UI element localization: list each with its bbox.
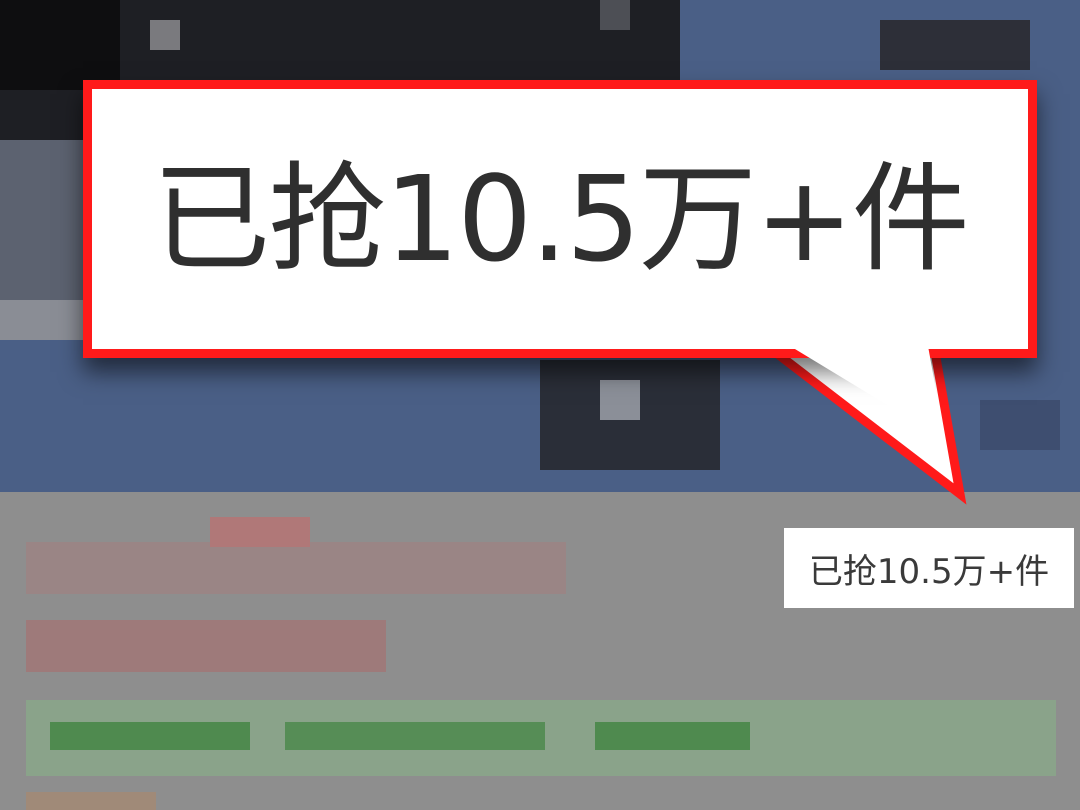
sales-count-text: 已抢10.5万+件 [808,551,1050,592]
sales-count-badge: 已抢10.5万+件 [784,528,1074,608]
callout-pointer-join [790,346,945,440]
